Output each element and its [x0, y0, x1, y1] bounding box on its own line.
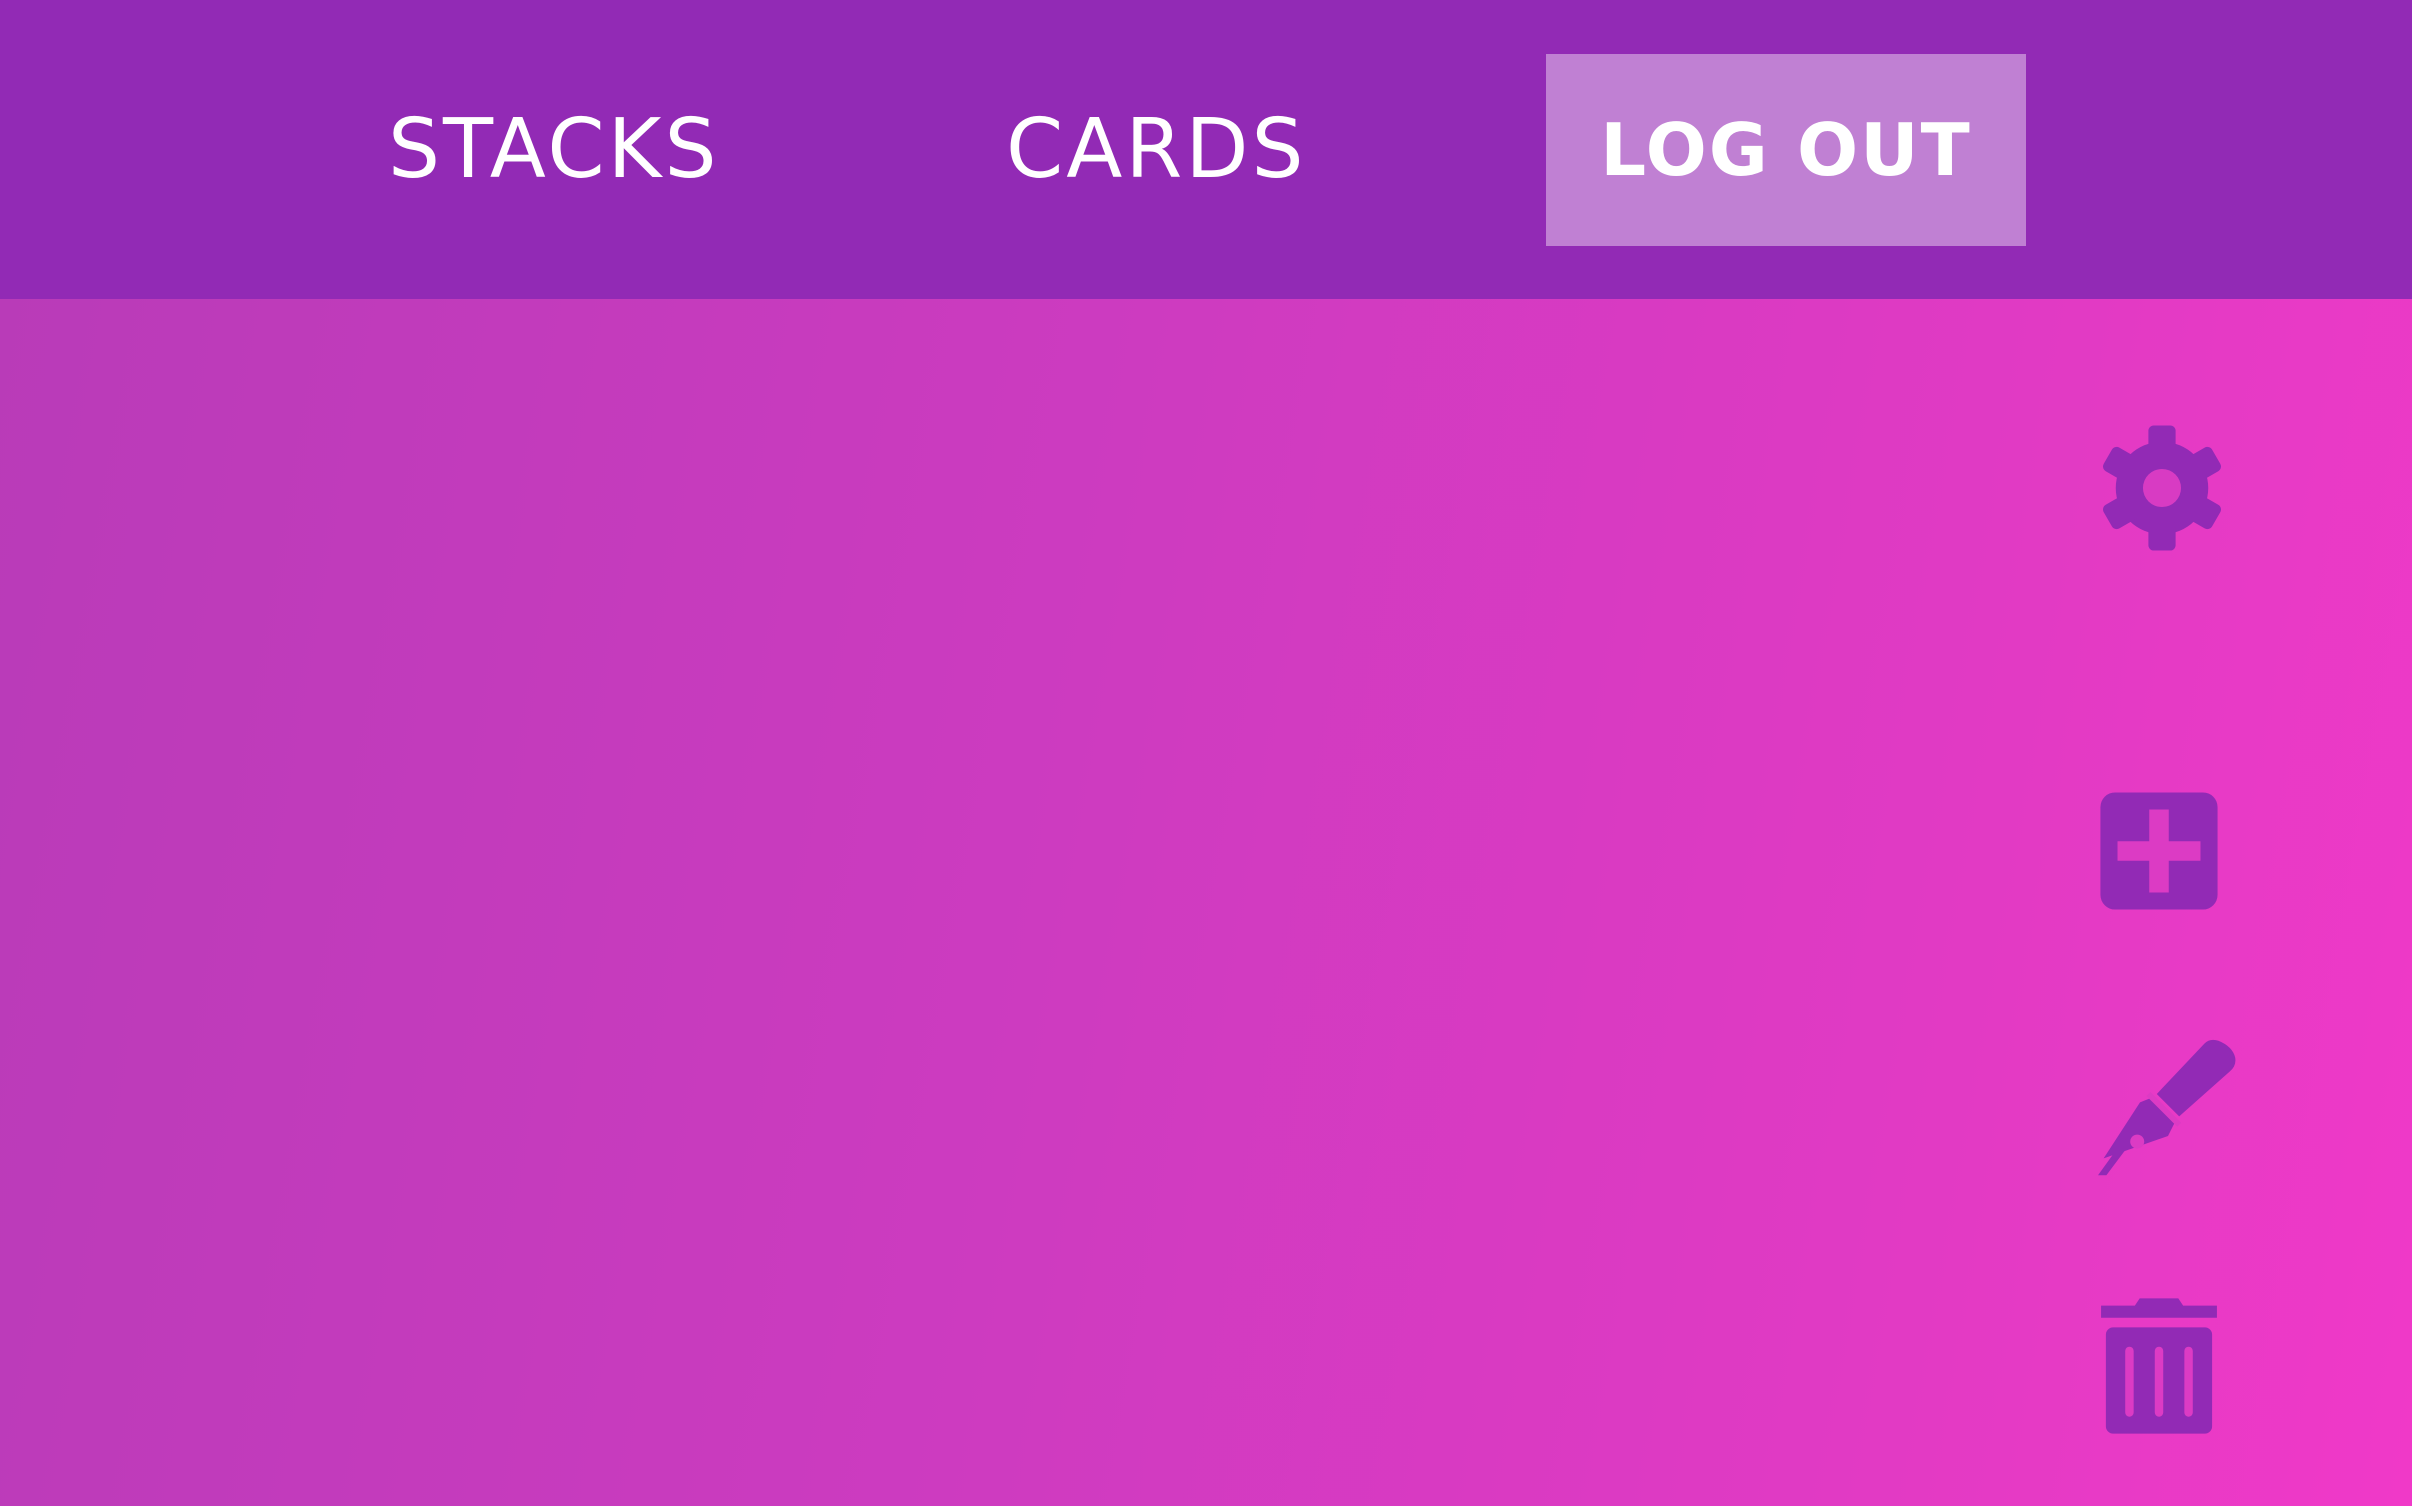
- app-page: STACKS CARDS LOG OUT: [0, 0, 2412, 1506]
- nav-cards-link[interactable]: CARDS: [1006, 96, 1307, 204]
- logout-button[interactable]: LOG OUT: [1546, 54, 2026, 246]
- pen-icon[interactable]: [2098, 1038, 2238, 1178]
- gear-icon[interactable]: [2094, 420, 2230, 556]
- trash-icon[interactable]: [2098, 1296, 2220, 1436]
- nav-stacks-link[interactable]: STACKS: [388, 96, 720, 204]
- top-navigation-bar: STACKS CARDS LOG OUT: [0, 0, 2412, 299]
- add-icon[interactable]: [2098, 790, 2220, 912]
